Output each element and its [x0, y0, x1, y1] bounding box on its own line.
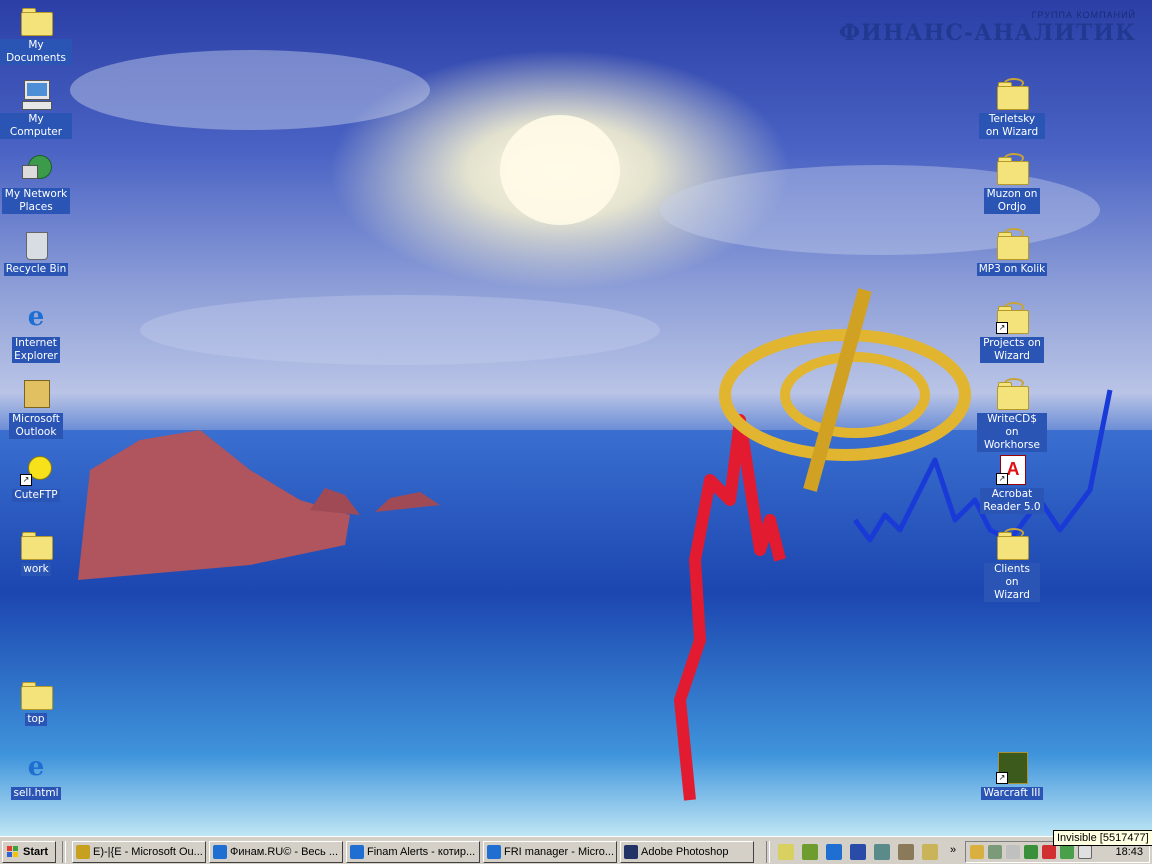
- quicklaunch-ie-icon[interactable]: [826, 844, 842, 860]
- logo-title: ФИНАНС-АНАЛИТИК: [839, 20, 1136, 46]
- icon-label: Warcraft III: [981, 787, 1043, 800]
- desktop-icon-recycle-bin[interactable]: Recycle Bin: [0, 228, 72, 276]
- icon-label: Acrobat Reader 5.0: [980, 488, 1044, 514]
- icon-label: sell.html: [11, 787, 61, 800]
- icon-label: Recycle Bin: [3, 263, 69, 276]
- desktop-icon-projects-on-wizard[interactable]: ↗ Projects on Wizard: [976, 302, 1048, 363]
- logo-subtitle: ГРУППА КОМПАНИЙ: [1031, 10, 1136, 20]
- desktop-icon-writecd-on-workhorse[interactable]: WriteCD$ on Workhorse: [976, 378, 1048, 452]
- task-label: E)-|{E - Microsoft Ou...: [93, 846, 203, 858]
- ie-icon: [487, 845, 501, 859]
- icon-label: Terletsky on Wizard: [979, 113, 1045, 139]
- network-folder-shortcut-icon: ↗: [996, 302, 1029, 334]
- shortcut-arrow-icon: ↗: [996, 322, 1008, 334]
- task-label: FRI manager - Micro...: [504, 846, 615, 858]
- photoshop-icon: [624, 845, 638, 859]
- tray-pen-icon[interactable]: [970, 845, 984, 859]
- quicklaunch-network-icon[interactable]: [898, 844, 914, 860]
- quicklaunch-notepad-icon[interactable]: [778, 844, 794, 860]
- network-folder-icon: [996, 228, 1029, 260]
- desktop-icon-acrobat-reader[interactable]: A ↗ Acrobat Reader 5.0: [976, 453, 1048, 514]
- desktop-icon-microsoft-outlook[interactable]: Microsoft Outlook: [0, 378, 72, 439]
- desktop-icon-clients-on-wizard[interactable]: Clients on Wizard: [976, 528, 1048, 602]
- windows-logo-icon: [7, 846, 18, 857]
- desktop-icon-my-documents[interactable]: My Documents: [0, 4, 72, 65]
- ie-icon: e: [27, 302, 45, 332]
- desktop-icon-terletsky-on-wizard[interactable]: Terletsky on Wizard: [976, 78, 1048, 139]
- desktop-icon-mp3-on-kolik[interactable]: MP3 on Kolik: [976, 228, 1048, 276]
- outlook-icon: [76, 845, 90, 859]
- icon-label: Clients on Wizard: [984, 563, 1040, 602]
- desktop-icon-muzon-on-ordjo[interactable]: Muzon on Ordjo: [976, 153, 1048, 214]
- task-button-finam-ru[interactable]: Финам.RU© - Весь ...: [209, 841, 343, 863]
- tray-mail-icon[interactable]: [1078, 845, 1092, 859]
- warcraft-icon: ↗: [996, 752, 1028, 784]
- folder-icon: [20, 678, 53, 710]
- taskbar-separator: [766, 841, 770, 863]
- folder-icon: [20, 528, 53, 560]
- task-button-outlook[interactable]: E)-|{E - Microsoft Ou...: [72, 841, 206, 863]
- taskbar-separator: [62, 841, 66, 863]
- task-button-fri-manager[interactable]: FRI manager - Micro...: [483, 841, 617, 863]
- quicklaunch-folder-icon[interactable]: [922, 844, 938, 860]
- network-icon: [20, 153, 52, 185]
- tray-antivirus-icon[interactable]: [1042, 845, 1056, 859]
- network-folder-icon: [996, 153, 1029, 185]
- desktop-icon-my-computer[interactable]: My Computer: [0, 78, 72, 139]
- cuteftp-icon: ↗: [20, 454, 52, 486]
- icon-label: Muzon on Ordjo: [984, 188, 1040, 214]
- desktop: ГРУППА КОМПАНИЙ ФИНАНС-АНАЛИТИК My Docum…: [0, 0, 1152, 836]
- tray-volume-icon[interactable]: [1006, 845, 1020, 859]
- desktop-icon-my-network-places[interactable]: My Network Places: [0, 153, 72, 214]
- network-folder-icon: [996, 78, 1029, 110]
- icon-label: Projects on Wizard: [980, 337, 1044, 363]
- desktop-icon-warcraft-iii[interactable]: ↗ Warcraft III: [976, 752, 1048, 800]
- icon-label: Internet Explorer: [12, 337, 60, 363]
- ie-icon: [350, 845, 364, 859]
- icon-label: work: [21, 563, 51, 576]
- tray-gear-icon[interactable]: [1060, 845, 1074, 859]
- icon-label: CuteFTP: [12, 489, 60, 502]
- icon-label: My Network Places: [2, 188, 70, 214]
- desktop-icon-cuteftp[interactable]: ↗ CuteFTP: [0, 454, 72, 502]
- start-label: Start: [23, 846, 49, 858]
- desktop-icon-sell-html[interactable]: e sell.html: [0, 752, 72, 800]
- tray-network-icon[interactable]: [988, 845, 1002, 859]
- icon-label: My Computer: [0, 113, 72, 139]
- task-label: Finam Alerts - котир...: [367, 846, 476, 858]
- quicklaunch-outlook-icon[interactable]: [802, 844, 818, 860]
- ie-icon: [213, 845, 227, 859]
- acrobat-icon: A ↗: [996, 453, 1028, 485]
- desktop-icon-internet-explorer[interactable]: e Internet Explorer: [0, 302, 72, 363]
- icon-label: top: [25, 713, 47, 726]
- quicklaunch-chevron-icon[interactable]: »: [950, 844, 956, 856]
- outlook-icon: [20, 378, 52, 410]
- task-button-finam-alerts[interactable]: Finam Alerts - котир...: [346, 841, 480, 863]
- finans-analitik-logo: ГРУППА КОМПАНИЙ ФИНАНС-АНАЛИТИК: [839, 10, 1136, 46]
- my-documents-icon: [20, 4, 53, 36]
- network-folder-icon: [996, 378, 1029, 410]
- tray-tooltip: Invisible [5517477]: [1053, 830, 1152, 846]
- start-button[interactable]: Start: [2, 841, 56, 863]
- desktop-icon-top[interactable]: top: [0, 678, 72, 726]
- task-label: Adobe Photoshop: [641, 846, 729, 858]
- task-button-adobe-photoshop[interactable]: Adobe Photoshop: [620, 841, 754, 863]
- shortcut-arrow-icon: ↗: [996, 772, 1008, 784]
- quicklaunch-terminal-icon[interactable]: [874, 844, 890, 860]
- desktop-icon-work[interactable]: work: [0, 528, 72, 576]
- icon-label: WriteCD$ on Workhorse: [977, 413, 1047, 452]
- recycle-bin-icon: [20, 228, 52, 260]
- tray-icq-icon[interactable]: [1024, 845, 1038, 859]
- network-folder-icon: [996, 528, 1029, 560]
- quicklaunch-word-icon[interactable]: [850, 844, 866, 860]
- icon-label: MP3 on Kolik: [976, 263, 1048, 276]
- icon-label: Microsoft Outlook: [9, 413, 63, 439]
- computer-icon: [20, 78, 52, 110]
- shortcut-arrow-icon: ↗: [20, 474, 32, 486]
- taskbar: Start E)-|{E - Microsoft Ou... Финам.RU©…: [0, 836, 1152, 864]
- icon-label: My Documents: [0, 39, 72, 65]
- task-label: Финам.RU© - Весь ...: [230, 846, 338, 858]
- ie-html-icon: e: [27, 752, 45, 782]
- shortcut-arrow-icon: ↗: [996, 473, 1008, 485]
